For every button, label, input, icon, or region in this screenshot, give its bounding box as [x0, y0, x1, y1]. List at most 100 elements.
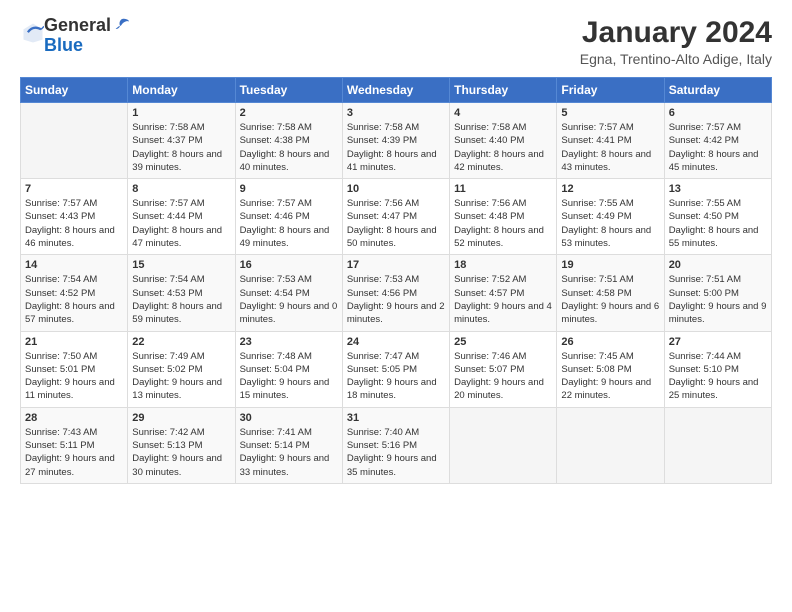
day-number: 13 — [669, 183, 767, 195]
week-row-2: 7Sunrise: 7:57 AMSunset: 4:43 PMDaylight… — [21, 179, 772, 255]
day-info: Sunrise: 7:48 AMSunset: 5:04 PMDaylight:… — [240, 350, 338, 403]
month-title: January 2024 — [580, 16, 772, 49]
day-number: 28 — [25, 412, 123, 424]
logo-icon — [22, 22, 44, 44]
day-number: 21 — [25, 336, 123, 348]
day-cell: 31 Sunrise: 7:40 AMSunset: 5:16 PMDayligh… — [342, 407, 449, 483]
day-cell: 26 Sunrise: 7:45 AMSunset: 5:08 PMDayligh… — [557, 331, 664, 407]
logo-blue-text: Blue — [44, 35, 83, 55]
day-number: 25 — [454, 336, 552, 348]
day-info: Sunrise: 7:58 AMSunset: 4:40 PMDaylight:… — [454, 121, 552, 174]
day-info: Sunrise: 7:56 AMSunset: 4:48 PMDaylight:… — [454, 197, 552, 250]
day-cell — [450, 407, 557, 483]
day-cell: 24Sunrise: 7:47 AMSunset: 5:05 PMDayligh… — [342, 331, 449, 407]
day-cell: 3Sunrise: 7:58 AMSunset: 4:39 PMDaylight… — [342, 103, 449, 179]
day-number: 11 — [454, 183, 552, 195]
logo-bird-icon — [112, 17, 130, 35]
day-number: 31 — [347, 412, 445, 424]
day-cell: 16 Sunrise: 7:53 AMSunset: 4:54 PMDayligh… — [235, 255, 342, 331]
day-cell — [664, 407, 771, 483]
day-cell: 11 Sunrise: 7:56 AMSunset: 4:48 PMDayligh… — [450, 179, 557, 255]
day-number: 10 — [347, 183, 445, 195]
day-cell — [557, 407, 664, 483]
day-info: Sunrise: 7:50 AMSunset: 5:01 PMDaylight:… — [25, 350, 123, 403]
day-cell: 7Sunrise: 7:57 AMSunset: 4:43 PMDaylight… — [21, 179, 128, 255]
weekday-header-friday: Friday — [557, 78, 664, 103]
weekday-header-thursday: Thursday — [450, 78, 557, 103]
day-info: Sunrise: 7:49 AMSunset: 5:02 PMDaylight:… — [132, 350, 230, 403]
day-number: 2 — [240, 107, 338, 119]
day-number: 4 — [454, 107, 552, 119]
weekday-header-wednesday: Wednesday — [342, 78, 449, 103]
day-info: Sunrise: 7:40 AMSunset: 5:16 PMDaylight:… — [347, 426, 445, 479]
day-number: 26 — [561, 336, 659, 348]
day-info: Sunrise: 7:56 AMSunset: 4:47 PMDaylight:… — [347, 197, 445, 250]
day-info: Sunrise: 7:57 AMSunset: 4:41 PMDaylight:… — [561, 121, 659, 174]
day-number: 23 — [240, 336, 338, 348]
day-info: Sunrise: 7:51 AMSunset: 5:00 PMDaylight:… — [669, 273, 767, 326]
day-number: 8 — [132, 183, 230, 195]
day-cell: 13Sunrise: 7:55 AMSunset: 4:50 PMDayligh… — [664, 179, 771, 255]
weekday-header-tuesday: Tuesday — [235, 78, 342, 103]
day-info: Sunrise: 7:54 AMSunset: 4:52 PMDaylight:… — [25, 273, 123, 326]
week-row-3: 14Sunrise: 7:54 AMSunset: 4:52 PMDayligh… — [21, 255, 772, 331]
day-number: 6 — [669, 107, 767, 119]
day-cell: 19Sunrise: 7:51 AMSunset: 4:58 PMDayligh… — [557, 255, 664, 331]
day-cell: 8 Sunrise: 7:57 AMSunset: 4:44 PMDaylight… — [128, 179, 235, 255]
day-info: Sunrise: 7:52 AMSunset: 4:57 PMDaylight:… — [454, 273, 552, 326]
day-info: Sunrise: 7:53 AMSunset: 4:54 PMDaylight:… — [240, 273, 338, 326]
logo: General Blue — [20, 16, 130, 56]
day-info: Sunrise: 7:58 AMSunset: 4:38 PMDaylight:… — [240, 121, 338, 174]
location-title: Egna, Trentino-Alto Adige, Italy — [580, 51, 772, 67]
day-cell: 4 Sunrise: 7:58 AMSunset: 4:40 PMDaylight… — [450, 103, 557, 179]
day-number: 16 — [240, 259, 338, 271]
day-number: 30 — [240, 412, 338, 424]
day-info: Sunrise: 7:45 AMSunset: 5:08 PMDaylight:… — [561, 350, 659, 403]
logo-general-text: General — [44, 16, 111, 36]
day-info: Sunrise: 7:54 AMSunset: 4:53 PMDaylight:… — [132, 273, 230, 326]
day-cell: 15 Sunrise: 7:54 AMSunset: 4:53 PMDayligh… — [128, 255, 235, 331]
day-info: Sunrise: 7:57 AMSunset: 4:42 PMDaylight:… — [669, 121, 767, 174]
header: General Blue January 2024 Egna, Trentino… — [20, 16, 772, 67]
day-number: 27 — [669, 336, 767, 348]
day-info: Sunrise: 7:46 AMSunset: 5:07 PMDaylight:… — [454, 350, 552, 403]
day-number: 15 — [132, 259, 230, 271]
day-info: Sunrise: 7:57 AMSunset: 4:44 PMDaylight:… — [132, 197, 230, 250]
day-cell: 25 Sunrise: 7:46 AMSunset: 5:07 PMDayligh… — [450, 331, 557, 407]
day-cell: 9 Sunrise: 7:57 AMSunset: 4:46 PMDaylight… — [235, 179, 342, 255]
day-cell: 23 Sunrise: 7:48 AMSunset: 5:04 PMDayligh… — [235, 331, 342, 407]
calendar-table: SundayMondayTuesdayWednesdayThursdayFrid… — [20, 77, 772, 484]
day-cell: 30 Sunrise: 7:41 AMSunset: 5:14 PMDayligh… — [235, 407, 342, 483]
day-info: Sunrise: 7:41 AMSunset: 5:14 PMDaylight:… — [240, 426, 338, 479]
day-info: Sunrise: 7:57 AMSunset: 4:43 PMDaylight:… — [25, 197, 123, 250]
day-info: Sunrise: 7:47 AMSunset: 5:05 PMDaylight:… — [347, 350, 445, 403]
day-info: Sunrise: 7:51 AMSunset: 4:58 PMDaylight:… — [561, 273, 659, 326]
day-info: Sunrise: 7:58 AMSunset: 4:37 PMDaylight:… — [132, 121, 230, 174]
day-info: Sunrise: 7:42 AMSunset: 5:13 PMDaylight:… — [132, 426, 230, 479]
weekday-header-row: SundayMondayTuesdayWednesdayThursdayFrid… — [21, 78, 772, 103]
week-row-1: 1Sunrise: 7:58 AMSunset: 4:37 PMDaylight… — [21, 103, 772, 179]
weekday-header-monday: Monday — [128, 78, 235, 103]
day-number: 22 — [132, 336, 230, 348]
week-row-5: 28 Sunrise: 7:43 AMSunset: 5:11 PMDayligh… — [21, 407, 772, 483]
day-info: Sunrise: 7:57 AMSunset: 4:46 PMDaylight:… — [240, 197, 338, 250]
weekday-header-sunday: Sunday — [21, 78, 128, 103]
day-cell: 2 Sunrise: 7:58 AMSunset: 4:38 PMDaylight… — [235, 103, 342, 179]
day-number: 18 — [454, 259, 552, 271]
day-number: 5 — [561, 107, 659, 119]
day-info: Sunrise: 7:43 AMSunset: 5:11 PMDaylight:… — [25, 426, 123, 479]
day-number: 20 — [669, 259, 767, 271]
day-number: 29 — [132, 412, 230, 424]
day-number: 12 — [561, 183, 659, 195]
day-cell: 5 Sunrise: 7:57 AMSunset: 4:41 PMDaylight… — [557, 103, 664, 179]
day-info: Sunrise: 7:44 AMSunset: 5:10 PMDaylight:… — [669, 350, 767, 403]
day-cell: 10 Sunrise: 7:56 AMSunset: 4:47 PMDayligh… — [342, 179, 449, 255]
title-block: January 2024 Egna, Trentino-Alto Adige, … — [580, 16, 772, 67]
day-cell: 21 Sunrise: 7:50 AMSunset: 5:01 PMDayligh… — [21, 331, 128, 407]
main-container: General Blue January 2024 Egna, Trentino… — [0, 0, 792, 494]
day-info: Sunrise: 7:55 AMSunset: 4:49 PMDaylight:… — [561, 197, 659, 250]
day-info: Sunrise: 7:53 AMSunset: 4:56 PMDaylight:… — [347, 273, 445, 326]
weekday-header-saturday: Saturday — [664, 78, 771, 103]
day-number: 3 — [347, 107, 445, 119]
day-number: 9 — [240, 183, 338, 195]
